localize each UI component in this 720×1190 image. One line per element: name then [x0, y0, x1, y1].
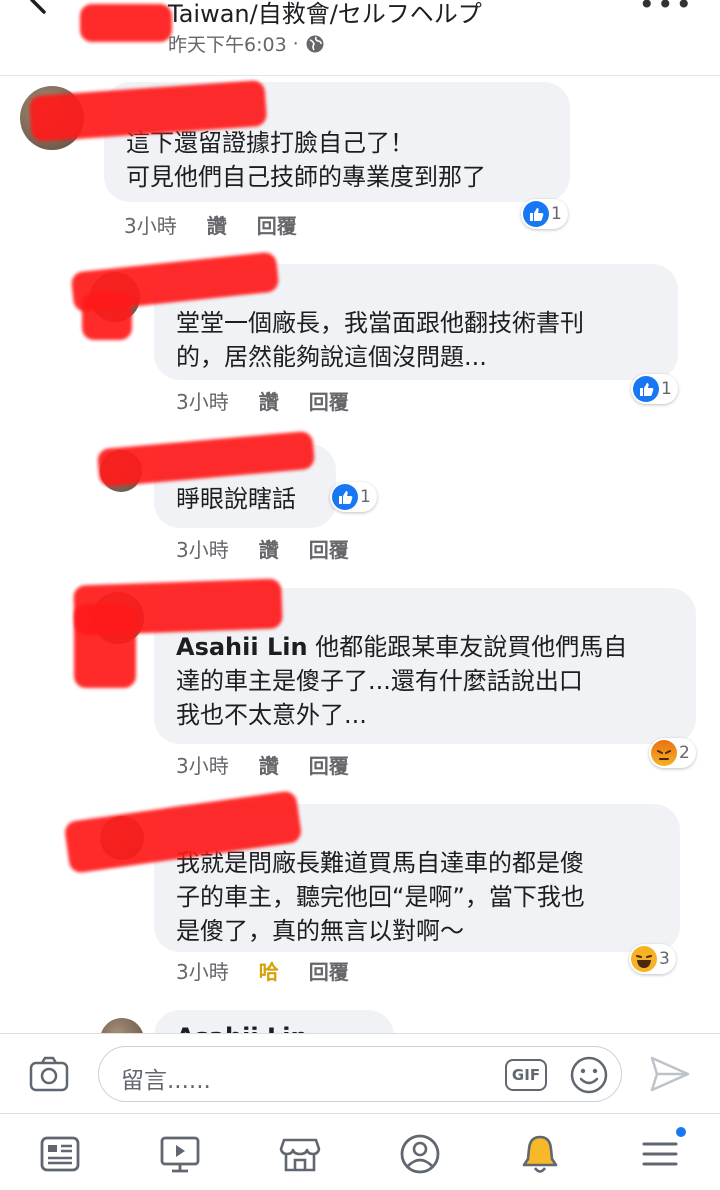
reaction-count[interactable]: 1: [521, 199, 568, 229]
like-button[interactable]: 讚: [259, 750, 279, 779]
comment-time[interactable]: 3小時: [176, 750, 229, 779]
comment-time[interactable]: 3小時: [124, 210, 177, 239]
like-button[interactable]: 讚: [259, 534, 279, 563]
separator-dot: ·: [292, 32, 299, 55]
redacted-avatar: [74, 604, 136, 688]
like-reaction-icon: [332, 484, 358, 510]
back-arrow-icon[interactable]: [20, 0, 56, 18]
post-timestamp: 昨天下午6:03 ·: [168, 30, 325, 57]
comment-actions: 3小時 讚 回覆: [176, 386, 349, 415]
comment-time[interactable]: 3小時: [176, 534, 229, 563]
comment-text: 睜眼說瞎話: [176, 485, 296, 513]
reaction-number: 2: [679, 743, 690, 763]
comment-actions: 3小時 讚 回覆: [124, 210, 297, 239]
profile-icon[interactable]: [398, 1132, 442, 1176]
camera-icon[interactable]: [28, 1054, 70, 1094]
reaction-count[interactable]: 2: [649, 738, 696, 768]
post-header: Taiwan/自救會/セルフヘルプ 昨天下午6:03 · •••: [0, 0, 720, 76]
reaction-number: 1: [551, 204, 562, 224]
comment-time[interactable]: 3小時: [176, 956, 229, 985]
like-reaction-icon: [633, 376, 659, 402]
comment-text: 這下還留證據打臉自己了！ 可見他們自己技師的專業度到那了: [126, 129, 486, 191]
like-button[interactable]: 讚: [207, 210, 227, 239]
haha-reaction-icon: [631, 946, 657, 972]
mention-author[interactable]: Asahii Lin: [176, 633, 308, 661]
redacted-avatar: [80, 4, 172, 42]
comment-actions: 3小時 讚 回覆: [176, 534, 349, 563]
comment-actions: 3小時 哈 回覆: [176, 956, 349, 985]
watch-icon[interactable]: [158, 1132, 202, 1176]
reaction-number: 1: [661, 379, 672, 399]
comment-time[interactable]: 3小時: [176, 386, 229, 415]
page-title[interactable]: Taiwan/自救會/セルフヘルプ: [168, 0, 482, 29]
reply-button[interactable]: 回覆: [309, 534, 349, 563]
haha-reaction-label[interactable]: 哈: [259, 956, 279, 985]
reply-button[interactable]: 回覆: [257, 210, 297, 239]
reaction-count[interactable]: 1: [631, 374, 678, 404]
reaction-number: 3: [659, 949, 670, 969]
angry-reaction-icon: [651, 740, 677, 766]
globe-icon: [306, 35, 324, 52]
reply-button[interactable]: 回覆: [309, 956, 349, 985]
reply-button[interactable]: 回覆: [309, 386, 349, 415]
gif-button[interactable]: GIF: [505, 1059, 547, 1091]
reply-button[interactable]: 回覆: [309, 750, 349, 779]
notifications-icon[interactable]: [518, 1132, 562, 1176]
comment-input[interactable]: 留言...... GIF: [98, 1046, 622, 1102]
reaction-count[interactable]: 1: [330, 482, 377, 512]
bottom-tab-bar: [0, 1113, 720, 1190]
emoji-icon[interactable]: [569, 1055, 609, 1095]
like-reaction-icon: [523, 201, 549, 227]
redacted-avatar: [82, 292, 132, 340]
more-options-icon[interactable]: •••: [638, 0, 694, 21]
like-button[interactable]: 讚: [259, 386, 279, 415]
marketplace-icon[interactable]: [278, 1132, 322, 1176]
comment-actions: 3小時 讚 回覆: [176, 750, 349, 779]
timestamp-text: 昨天下午6:03: [168, 34, 287, 56]
news-feed-icon[interactable]: [38, 1132, 82, 1176]
reaction-count[interactable]: 3: [629, 944, 676, 974]
comment-text: Asahii Lin 他都能跟某車友說買他們馬自 達的車主是傻子了...還有什麼…: [176, 630, 674, 732]
comment-text: 堂堂一個廠長，我當面跟他翻技術書刊 的，居然能夠說這個沒問題...: [176, 309, 584, 371]
comment-composer: 留言...... GIF: [0, 1033, 720, 1113]
send-icon[interactable]: [648, 1054, 692, 1094]
reaction-number: 1: [360, 487, 371, 507]
menu-icon[interactable]: [638, 1132, 682, 1176]
comment-text: 我就是問廠長難道買馬自達車的都是傻 子的車主，聽完他回“是啊”，當下我也 是傻了…: [176, 849, 585, 945]
comment-placeholder: 留言......: [121, 1068, 211, 1094]
menu-notification-dot: [674, 1125, 688, 1139]
